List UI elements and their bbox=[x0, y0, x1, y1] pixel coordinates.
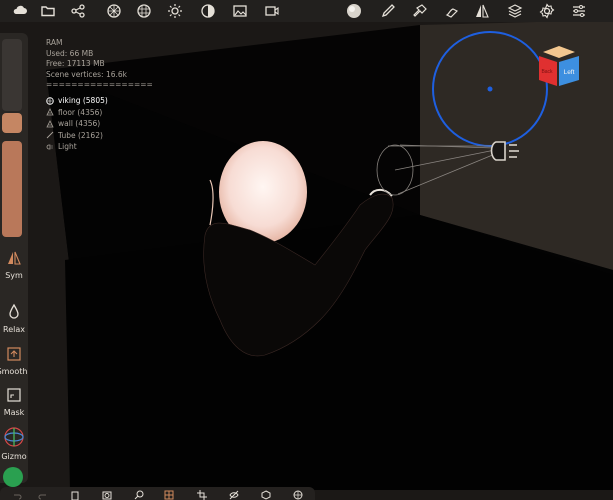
sym-label: Sym bbox=[5, 271, 23, 280]
gizmo-icon bbox=[4, 427, 24, 447]
sliders-icon[interactable] bbox=[569, 1, 589, 21]
mesh-icon[interactable] bbox=[261, 490, 271, 500]
mask-label: Mask bbox=[3, 408, 25, 417]
wireframe-icon[interactable] bbox=[293, 490, 303, 500]
light-gizmo-center[interactable] bbox=[487, 86, 493, 92]
smooth-button[interactable]: Smooth bbox=[0, 345, 28, 376]
object-row-viking[interactable]: viking (5805) bbox=[46, 95, 108, 107]
relax-label: Relax bbox=[3, 325, 25, 334]
view-cube-top[interactable] bbox=[543, 46, 575, 58]
cloud-icon[interactable] bbox=[10, 1, 30, 21]
object-label: floor (4356) bbox=[58, 107, 103, 117]
hide-icon[interactable] bbox=[229, 490, 239, 500]
view-cube[interactable]: Left Back bbox=[537, 44, 581, 88]
color-ball[interactable] bbox=[3, 467, 23, 487]
scene-object-list: viking (5805) floor (4356) wall (4356) T… bbox=[46, 95, 108, 153]
gizmo-button[interactable]: Gizmo bbox=[0, 426, 28, 461]
radius-slider-fill[interactable] bbox=[2, 113, 22, 133]
paint-icon[interactable] bbox=[442, 1, 462, 21]
ram-free: Free: 17113 MB bbox=[46, 59, 105, 68]
stats-overlay: RAM Used: 66 MB Free: 17113 MB Scene ver… bbox=[46, 38, 153, 91]
scene-vertices: Scene vertices: 16.6k bbox=[46, 69, 128, 79]
pin-icon[interactable] bbox=[410, 1, 430, 21]
object-label: Tube (2162) bbox=[58, 130, 103, 140]
smooth-icon bbox=[7, 347, 21, 361]
stats-separator: ================= bbox=[46, 80, 153, 89]
mask-icon bbox=[7, 388, 21, 402]
camera-icon[interactable] bbox=[102, 490, 112, 500]
ram-label: RAM bbox=[46, 38, 63, 47]
search-icon[interactable] bbox=[134, 490, 144, 500]
drop-icon bbox=[9, 303, 19, 319]
object-label: viking (5805) bbox=[58, 96, 108, 105]
view-cube-left-label: Left bbox=[564, 69, 575, 76]
crop-icon[interactable] bbox=[197, 490, 207, 500]
mesh-icon bbox=[46, 97, 54, 105]
topology-icon[interactable] bbox=[134, 1, 154, 21]
object-row-light[interactable]: Light bbox=[46, 141, 108, 153]
object-label: Light bbox=[58, 142, 77, 151]
object-row-floor[interactable]: floor (4356) bbox=[46, 107, 108, 119]
redo-icon[interactable] bbox=[38, 490, 48, 500]
gizmo-label: Gizmo bbox=[1, 452, 27, 461]
shading-icon[interactable] bbox=[198, 1, 218, 21]
image-icon[interactable] bbox=[230, 1, 250, 21]
sym-button[interactable]: Sym bbox=[0, 249, 28, 280]
undo-icon[interactable] bbox=[12, 490, 22, 500]
light-icon[interactable] bbox=[165, 1, 185, 21]
object-row-wall[interactable]: wall (4356) bbox=[46, 118, 108, 130]
top-toolbar bbox=[0, 0, 613, 22]
mask-button[interactable]: Mask bbox=[0, 386, 28, 417]
light-icon bbox=[46, 144, 53, 150]
video-icon[interactable] bbox=[262, 1, 282, 21]
object-row-tube[interactable]: Tube (2162) bbox=[46, 130, 108, 142]
bottom-toolbar bbox=[0, 487, 315, 500]
folder-icon[interactable] bbox=[38, 1, 58, 21]
radius-slider[interactable] bbox=[2, 39, 22, 111]
scene-icon[interactable] bbox=[104, 1, 124, 21]
spotlight-icon[interactable] bbox=[490, 141, 520, 161]
clipboard-icon[interactable] bbox=[70, 490, 80, 500]
relax-button[interactable]: Relax bbox=[0, 303, 28, 334]
material-sphere-icon[interactable] bbox=[344, 1, 364, 21]
view-cube-side-label: Back bbox=[541, 69, 553, 75]
smooth-label: Smooth bbox=[0, 367, 28, 376]
mesh-icon bbox=[46, 119, 54, 128]
tube-icon bbox=[46, 131, 54, 139]
layers-icon[interactable] bbox=[505, 1, 525, 21]
object-label: wall (4356) bbox=[58, 119, 101, 128]
symmetry-icon bbox=[8, 251, 21, 265]
intensity-slider[interactable] bbox=[2, 141, 22, 237]
grid-icon[interactable] bbox=[164, 490, 174, 500]
share-icon[interactable] bbox=[68, 1, 88, 21]
symmetry-icon[interactable] bbox=[472, 1, 492, 21]
ram-used: Used: 66 MB bbox=[46, 48, 94, 58]
brush-icon[interactable] bbox=[378, 1, 398, 21]
mesh-icon bbox=[46, 108, 54, 116]
settings-icon[interactable] bbox=[537, 1, 557, 21]
left-tool-panel: Sym Relax Smooth Mask Gizmo bbox=[0, 33, 28, 487]
